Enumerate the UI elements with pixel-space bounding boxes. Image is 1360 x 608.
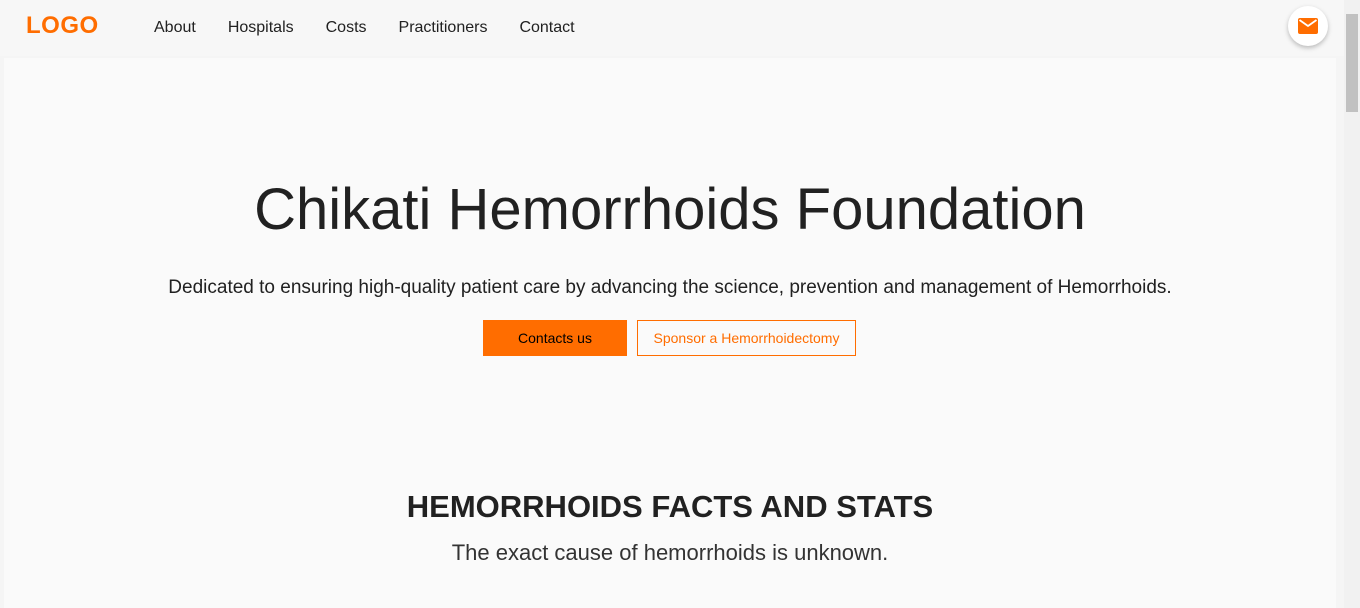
logo[interactable]: LOGO (26, 12, 99, 40)
nav-link-contact[interactable]: Contact (503, 0, 590, 56)
facts-subtitle: The exact cause of hemorrhoids is unknow… (451, 540, 889, 565)
mail-button[interactable] (1288, 6, 1328, 46)
hero-subtitle: Dedicated to ensuring high-quality patie… (168, 277, 1172, 298)
nav-link-practitioners[interactable]: Practitioners (383, 0, 504, 56)
scrollbar-thumb[interactable] (1346, 14, 1358, 112)
vertical-scrollbar[interactable] (1344, 0, 1360, 608)
navbar: LOGO About Hospitals Costs Practitioners… (0, 0, 1344, 56)
nav-link-about[interactable]: About (138, 0, 212, 56)
contact-us-button[interactable]: Contacts us (483, 320, 627, 356)
facts-title: HEMORRHOIDS FACTS AND STATS (406, 489, 934, 524)
mail-icon (1298, 18, 1318, 34)
hero-title: Chikati Hemorrhoids Foundation (254, 177, 1086, 242)
sponsor-button[interactable]: Sponsor a Hemorrhoidectomy (637, 320, 856, 356)
main-content: Chikati Hemorrhoids Foundation Dedicated… (4, 58, 1336, 608)
page: LOGO About Hospitals Costs Practitioners… (0, 0, 1344, 608)
nav-link-hospitals[interactable]: Hospitals (212, 0, 310, 56)
nav-link-costs[interactable]: Costs (310, 0, 383, 56)
main-nav: About Hospitals Costs Practitioners Cont… (138, 0, 591, 56)
